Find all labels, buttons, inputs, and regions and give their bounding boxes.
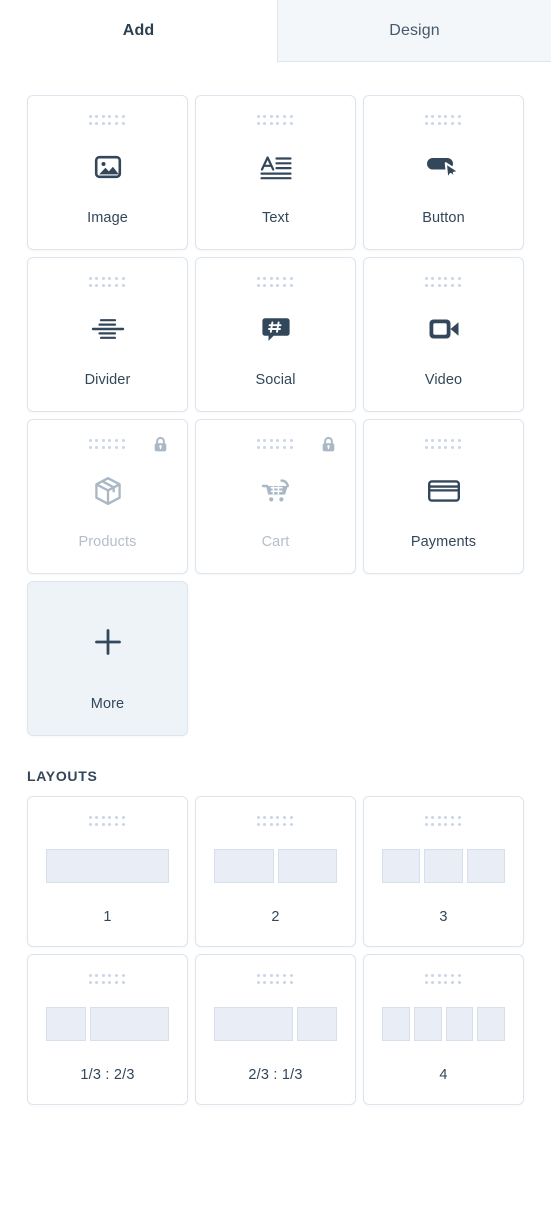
- layout-column: [277, 848, 337, 883]
- module-label: Payments: [410, 533, 477, 550]
- layout-column: [477, 1006, 505, 1041]
- layout-column: [90, 1006, 169, 1041]
- layout-preview: [196, 822, 355, 910]
- layouts-section-title: LAYOUTS: [27, 768, 98, 784]
- layout-column: [46, 848, 169, 883]
- layout-column: [296, 1006, 337, 1041]
- image-icon: [28, 123, 187, 211]
- editor-add-panel: Add Design Image Text Button Divider Soc…: [0, 0, 551, 1207]
- plus-icon: [28, 588, 187, 697]
- products-icon: [28, 447, 187, 535]
- layout-preview: [364, 822, 523, 910]
- layout-column: [214, 1006, 293, 1041]
- divider-icon: [28, 285, 187, 373]
- tab-design[interactable]: Design: [277, 0, 551, 62]
- module-label: Social: [255, 371, 296, 388]
- tab-add[interactable]: Add: [0, 0, 277, 62]
- layout-label: 2: [271, 908, 280, 925]
- layout-preview: [28, 822, 187, 910]
- module-card-products[interactable]: Products: [27, 419, 188, 574]
- module-card-cart[interactable]: Cart: [195, 419, 356, 574]
- module-label: Cart: [261, 533, 290, 550]
- lock-icon: [320, 436, 337, 453]
- module-card-video[interactable]: Video: [363, 257, 524, 412]
- layout-card-4[interactable]: 4: [363, 954, 524, 1105]
- layout-column: [413, 1006, 442, 1041]
- layout-column: [46, 1006, 87, 1041]
- layout-card-2[interactable]: 2: [195, 796, 356, 947]
- panel-tabs: Add Design: [0, 0, 551, 62]
- module-card-divider[interactable]: Divider: [27, 257, 188, 412]
- layout-preview: [364, 980, 523, 1068]
- layout-column: [382, 848, 421, 883]
- button-icon: [364, 123, 523, 211]
- module-grid: Image Text Button Divider Social Video P…: [27, 95, 524, 736]
- panel-content: Image Text Button Divider Social Video P…: [0, 95, 551, 1105]
- module-card-button[interactable]: Button: [363, 95, 524, 250]
- layout-card-2-3-1-3[interactable]: 2/3 : 1/3: [195, 954, 356, 1105]
- layout-label: 1: [103, 908, 112, 925]
- video-icon: [364, 285, 523, 373]
- module-label: Image: [87, 209, 128, 226]
- layout-card-3[interactable]: 3: [363, 796, 524, 947]
- layouts-grid: 1 2 3 1/3: 2/3 2/3: 1/3 4: [27, 796, 524, 1105]
- module-card-payments[interactable]: Payments: [363, 419, 524, 574]
- tab-design-label: Design: [389, 21, 440, 39]
- module-card-social[interactable]: Social: [195, 257, 356, 412]
- text-icon: [196, 123, 355, 211]
- lock-icon: [152, 436, 169, 453]
- layout-label: 1/3 : 2/3: [80, 1066, 135, 1083]
- layout-column: [424, 848, 463, 883]
- cart-icon: [196, 447, 355, 535]
- module-label: More: [90, 695, 125, 712]
- layout-label: 2/3 : 1/3: [248, 1066, 303, 1083]
- layout-label: 3: [439, 908, 448, 925]
- module-label: Video: [424, 371, 463, 388]
- layout-column: [445, 1006, 474, 1041]
- module-label: Button: [422, 209, 465, 226]
- payments-icon: [364, 447, 523, 535]
- module-card-text[interactable]: Text: [195, 95, 356, 250]
- layout-preview: [196, 980, 355, 1068]
- module-label: Products: [78, 533, 137, 550]
- layout-column: [382, 1006, 410, 1041]
- layout-preview: [28, 980, 187, 1068]
- layout-label: 4: [439, 1066, 448, 1083]
- module-card-image[interactable]: Image: [27, 95, 188, 250]
- layout-column: [214, 848, 274, 883]
- module-card-more[interactable]: More: [27, 581, 188, 736]
- layout-card-1-3-2-3[interactable]: 1/3 : 2/3: [27, 954, 188, 1105]
- module-label: Text: [262, 209, 289, 226]
- module-label: Divider: [84, 371, 131, 388]
- social-icon: [196, 285, 355, 373]
- tab-add-label: Add: [122, 22, 155, 39]
- layout-column: [466, 848, 505, 883]
- layout-card-1[interactable]: 1: [27, 796, 188, 947]
